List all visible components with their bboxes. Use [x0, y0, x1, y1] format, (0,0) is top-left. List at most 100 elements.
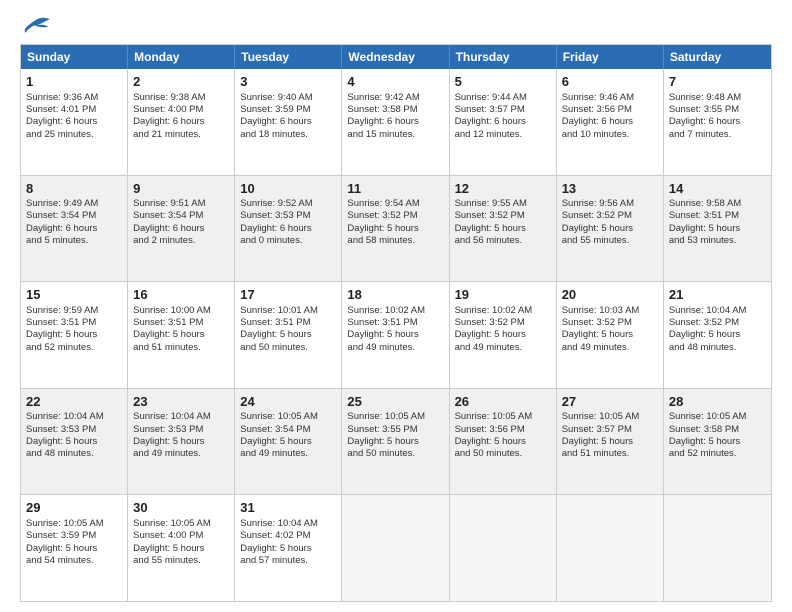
calendar-cell: 1Sunrise: 9:36 AMSunset: 4:01 PMDaylight… — [21, 69, 128, 175]
day-number: 23 — [133, 393, 229, 411]
cell-info-line: Sunrise: 10:05 AM — [240, 411, 336, 423]
cell-info-line: and 49 minutes. — [240, 448, 336, 460]
cell-info-line: Daylight: 5 hours — [26, 436, 122, 448]
calendar-cell: 2Sunrise: 9:38 AMSunset: 4:00 PMDaylight… — [128, 69, 235, 175]
cell-info-line: Daylight: 5 hours — [669, 329, 766, 341]
cell-info-line: Sunset: 3:58 PM — [347, 104, 443, 116]
weekday-header-thursday: Thursday — [450, 45, 557, 69]
cell-info-line: Sunrise: 10:04 AM — [26, 411, 122, 423]
cell-info-line: Sunrise: 9:48 AM — [669, 92, 766, 104]
cell-info-line: Sunset: 4:02 PM — [240, 530, 336, 542]
day-number: 4 — [347, 73, 443, 91]
calendar-cell — [557, 495, 664, 601]
day-number: 30 — [133, 499, 229, 517]
cell-info-line: Daylight: 5 hours — [347, 436, 443, 448]
cell-info-line: Sunset: 3:57 PM — [562, 424, 658, 436]
cell-info-line: Sunrise: 10:05 AM — [347, 411, 443, 423]
cell-info-line: Sunrise: 10:04 AM — [240, 518, 336, 530]
day-number: 16 — [133, 286, 229, 304]
cell-info-line: Sunset: 3:52 PM — [562, 317, 658, 329]
calendar-cell: 20Sunrise: 10:03 AMSunset: 3:52 PMDaylig… — [557, 282, 664, 388]
cell-info-line: Sunrise: 9:56 AM — [562, 198, 658, 210]
cell-info-line: and 5 minutes. — [26, 235, 122, 247]
day-number: 24 — [240, 393, 336, 411]
cell-info-line: Daylight: 5 hours — [347, 223, 443, 235]
calendar-row-2: 8Sunrise: 9:49 AMSunset: 3:54 PMDaylight… — [21, 175, 771, 282]
day-number: 27 — [562, 393, 658, 411]
cell-info-line: Sunrise: 9:51 AM — [133, 198, 229, 210]
logo — [20, 16, 56, 36]
calendar-cell: 22Sunrise: 10:04 AMSunset: 3:53 PMDaylig… — [21, 389, 128, 495]
cell-info-line: and 21 minutes. — [133, 129, 229, 141]
cell-info-line: Sunset: 3:52 PM — [562, 210, 658, 222]
cell-info-line: and 49 minutes. — [455, 342, 551, 354]
cell-info-line: Sunrise: 9:46 AM — [562, 92, 658, 104]
calendar-cell: 17Sunrise: 10:01 AMSunset: 3:51 PMDaylig… — [235, 282, 342, 388]
cell-info-line: Sunset: 4:00 PM — [133, 104, 229, 116]
cell-info-line: Sunset: 3:54 PM — [240, 424, 336, 436]
cell-info-line: and 56 minutes. — [455, 235, 551, 247]
cell-info-line: Daylight: 5 hours — [669, 223, 766, 235]
cell-info-line: Daylight: 6 hours — [669, 116, 766, 128]
cell-info-line: Sunset: 3:52 PM — [455, 317, 551, 329]
day-number: 29 — [26, 499, 122, 517]
day-number: 8 — [26, 180, 122, 198]
calendar: SundayMondayTuesdayWednesdayThursdayFrid… — [20, 44, 772, 602]
calendar-cell: 25Sunrise: 10:05 AMSunset: 3:55 PMDaylig… — [342, 389, 449, 495]
cell-info-line: Sunset: 3:59 PM — [240, 104, 336, 116]
day-number: 12 — [455, 180, 551, 198]
day-number: 15 — [26, 286, 122, 304]
calendar-cell: 30Sunrise: 10:05 AMSunset: 4:00 PMDaylig… — [128, 495, 235, 601]
day-number: 17 — [240, 286, 336, 304]
cell-info-line: Sunset: 3:58 PM — [669, 424, 766, 436]
cell-info-line: Sunset: 3:57 PM — [455, 104, 551, 116]
day-number: 31 — [240, 499, 336, 517]
cell-info-line: Sunrise: 9:59 AM — [26, 305, 122, 317]
cell-info-line: Daylight: 6 hours — [240, 223, 336, 235]
cell-info-line: Daylight: 6 hours — [240, 116, 336, 128]
cell-info-line: Sunrise: 10:00 AM — [133, 305, 229, 317]
cell-info-line: Sunset: 3:51 PM — [669, 210, 766, 222]
cell-info-line: Sunset: 3:51 PM — [26, 317, 122, 329]
logo-bird-icon — [20, 16, 52, 36]
day-number: 25 — [347, 393, 443, 411]
cell-info-line: and 55 minutes. — [133, 555, 229, 567]
calendar-row-3: 15Sunrise: 9:59 AMSunset: 3:51 PMDayligh… — [21, 281, 771, 388]
cell-info-line: Sunset: 3:56 PM — [455, 424, 551, 436]
calendar-cell: 7Sunrise: 9:48 AMSunset: 3:55 PMDaylight… — [664, 69, 771, 175]
cell-info-line: Daylight: 5 hours — [26, 329, 122, 341]
cell-info-line: and 7 minutes. — [669, 129, 766, 141]
calendar-cell: 27Sunrise: 10:05 AMSunset: 3:57 PMDaylig… — [557, 389, 664, 495]
cell-info-line: Sunset: 3:51 PM — [347, 317, 443, 329]
cell-info-line: and 2 minutes. — [133, 235, 229, 247]
weekday-header-wednesday: Wednesday — [342, 45, 449, 69]
cell-info-line: Sunset: 4:01 PM — [26, 104, 122, 116]
calendar-cell: 23Sunrise: 10:04 AMSunset: 3:53 PMDaylig… — [128, 389, 235, 495]
day-number: 19 — [455, 286, 551, 304]
calendar-row-4: 22Sunrise: 10:04 AMSunset: 3:53 PMDaylig… — [21, 388, 771, 495]
cell-info-line: and 58 minutes. — [347, 235, 443, 247]
calendar-row-1: 1Sunrise: 9:36 AMSunset: 4:01 PMDaylight… — [21, 69, 771, 175]
calendar-cell — [664, 495, 771, 601]
cell-info-line: Sunset: 3:55 PM — [669, 104, 766, 116]
calendar-cell — [342, 495, 449, 601]
day-number: 20 — [562, 286, 658, 304]
cell-info-line: Daylight: 5 hours — [455, 436, 551, 448]
cell-info-line: Daylight: 5 hours — [133, 329, 229, 341]
calendar-cell: 3Sunrise: 9:40 AMSunset: 3:59 PMDaylight… — [235, 69, 342, 175]
cell-info-line: Sunrise: 10:02 AM — [347, 305, 443, 317]
cell-info-line: Daylight: 5 hours — [455, 329, 551, 341]
day-number: 14 — [669, 180, 766, 198]
cell-info-line: Sunrise: 9:40 AM — [240, 92, 336, 104]
cell-info-line: and 10 minutes. — [562, 129, 658, 141]
day-number: 2 — [133, 73, 229, 91]
cell-info-line: Sunrise: 9:44 AM — [455, 92, 551, 104]
cell-info-line: Daylight: 5 hours — [347, 329, 443, 341]
cell-info-line: Daylight: 5 hours — [133, 543, 229, 555]
day-number: 26 — [455, 393, 551, 411]
cell-info-line: Sunset: 3:53 PM — [26, 424, 122, 436]
cell-info-line: and 50 minutes. — [347, 448, 443, 460]
cell-info-line: Sunset: 3:52 PM — [347, 210, 443, 222]
cell-info-line: Daylight: 5 hours — [26, 543, 122, 555]
day-number: 10 — [240, 180, 336, 198]
